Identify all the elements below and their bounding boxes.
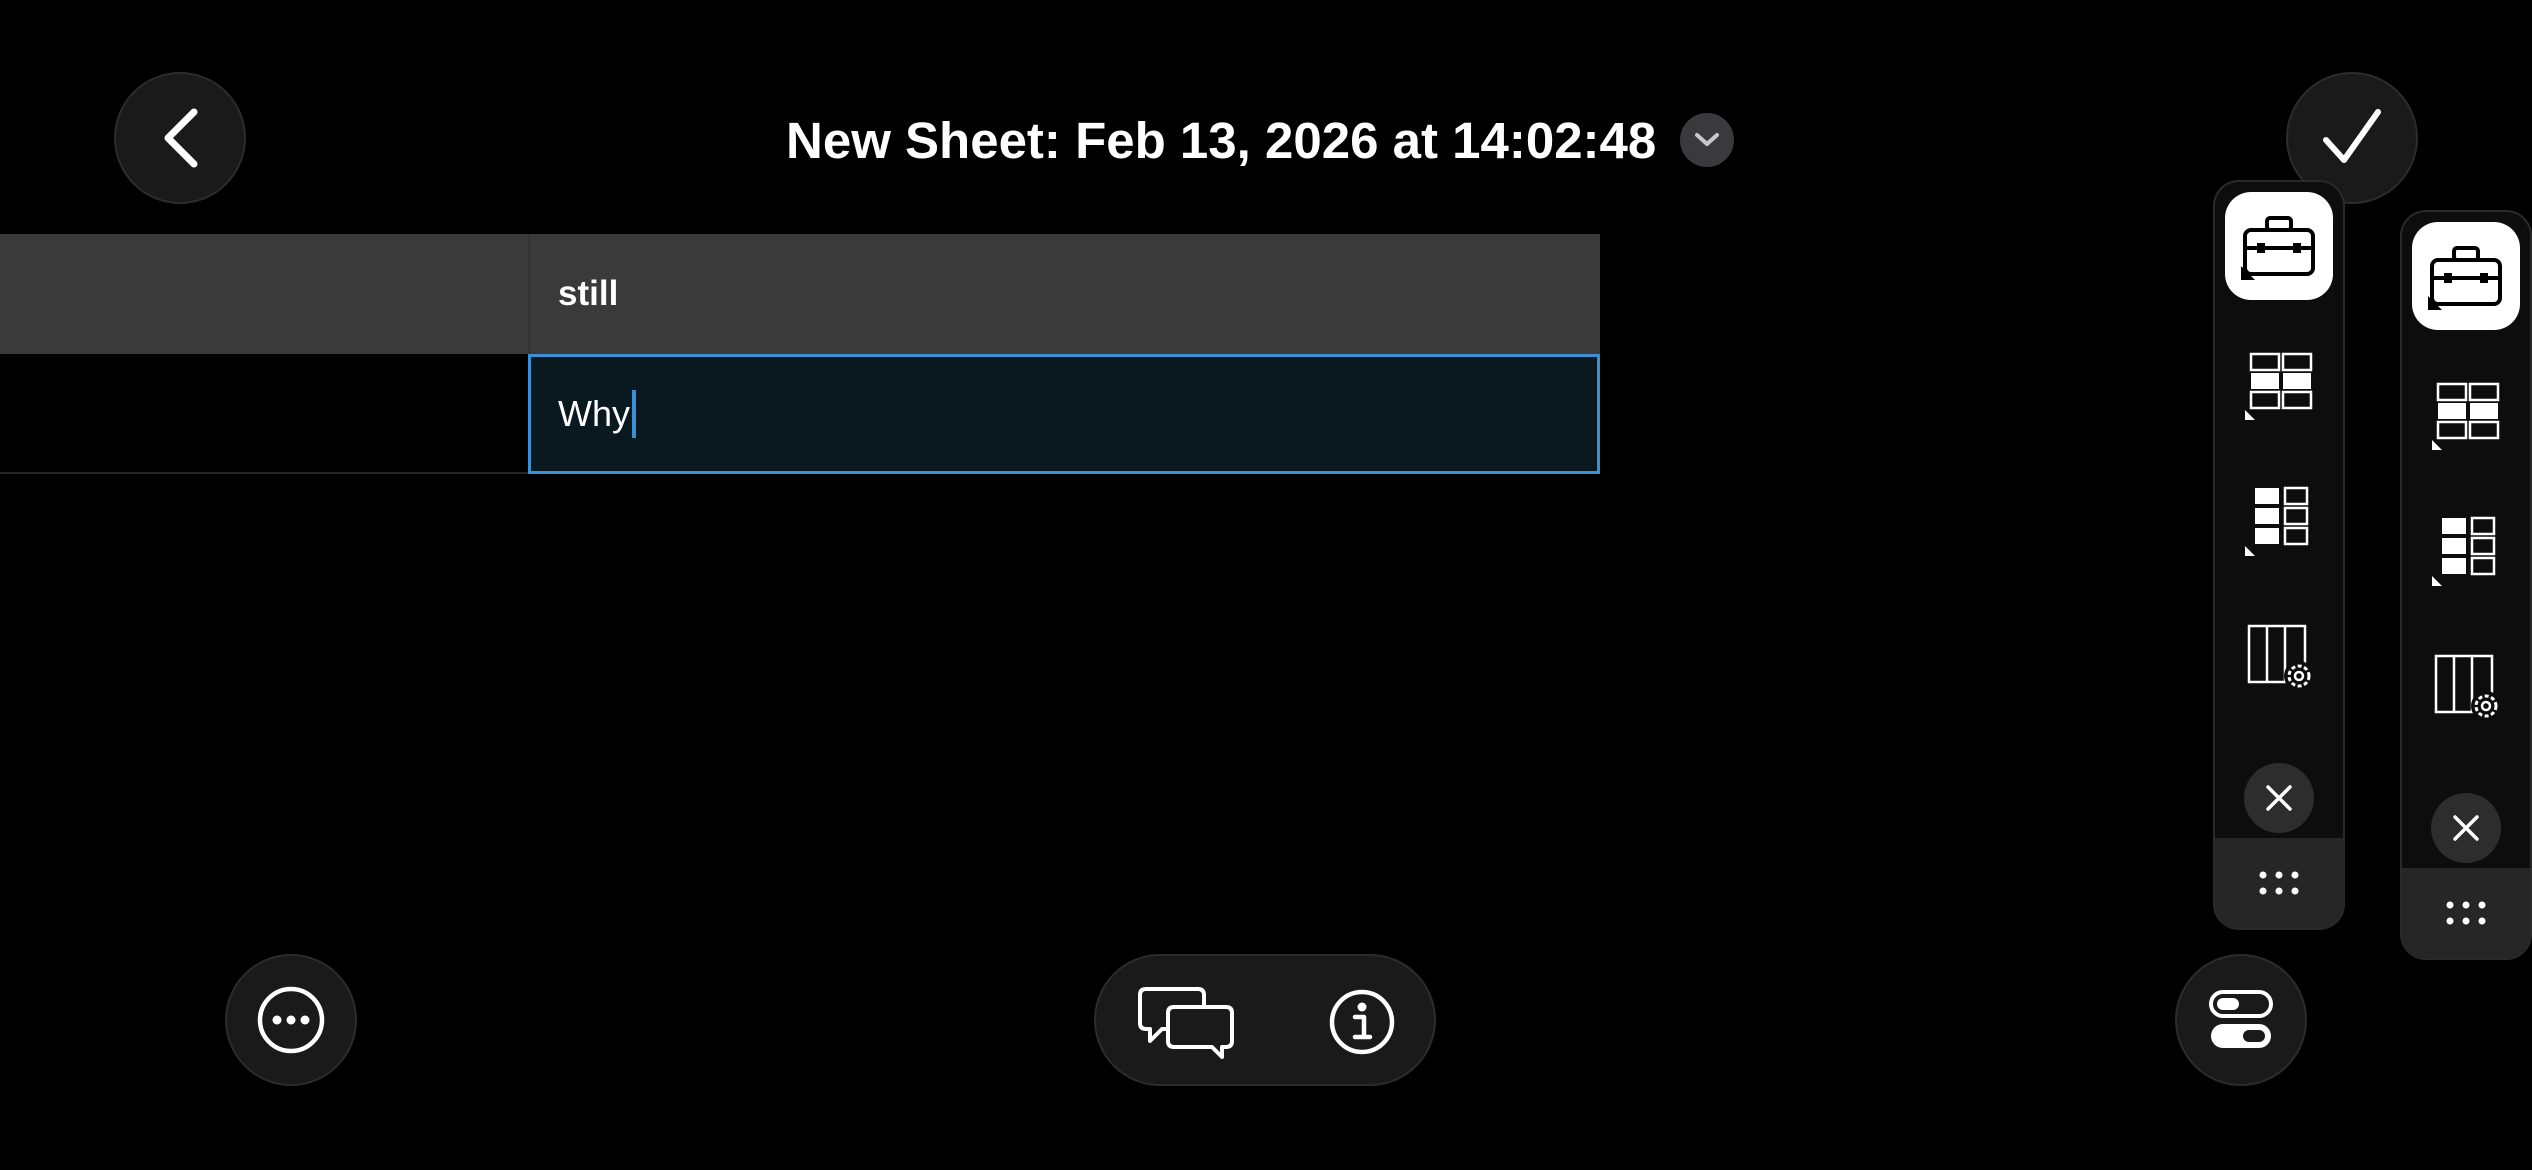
column-header-row: still	[0, 234, 1600, 354]
row-grid-button[interactable]	[2402, 496, 2530, 608]
toolbox-button[interactable]	[2215, 190, 2343, 302]
floating-toolbar[interactable]	[2213, 180, 2345, 930]
table-grid-button[interactable]	[2402, 360, 2530, 472]
column-settings-button[interactable]	[2215, 602, 2343, 714]
toolbar-drag-handle[interactable]	[2215, 838, 2343, 928]
table-grid-icon	[2245, 352, 2313, 420]
chevron-left-icon	[164, 108, 198, 168]
column-settings-icon	[2434, 654, 2501, 721]
chevron-down-icon[interactable]	[1680, 113, 1735, 167]
close-icon	[2453, 815, 2479, 841]
toolbox-icon	[2428, 246, 2502, 310]
speech-bubbles-icon	[1138, 987, 1234, 1059]
toolbar-drag-handle[interactable]	[2402, 868, 2530, 958]
toolbox-button[interactable]	[2402, 220, 2530, 332]
toolbox-icon	[2241, 216, 2315, 280]
comments-button[interactable]	[1132, 978, 1240, 1066]
ellipsis-circle-icon	[257, 986, 325, 1054]
row-grid-button[interactable]	[2215, 466, 2343, 578]
close-icon	[2266, 785, 2292, 811]
drag-handle-icon	[2446, 901, 2486, 925]
drag-handle-icon	[2259, 871, 2299, 895]
column-divider	[528, 234, 530, 354]
info-circle-icon	[1329, 989, 1395, 1055]
table-grid-icon	[2432, 382, 2500, 450]
sheet-title: New Sheet: Feb 13, 2026 at 14:02:48	[786, 111, 1657, 169]
toggles-button[interactable]	[2175, 954, 2307, 1086]
column-settings-button[interactable]	[2402, 632, 2530, 744]
info-button[interactable]	[1318, 978, 1406, 1066]
cell-input-text[interactable]: Why	[558, 393, 630, 435]
more-options-button[interactable]	[225, 954, 357, 1086]
active-cell-editor[interactable]: Why	[528, 354, 1600, 474]
sheet-title-bar[interactable]: New Sheet: Feb 13, 2026 at 14:02:48	[786, 104, 1735, 176]
column-header-still[interactable]: still	[558, 234, 618, 354]
toggle-switches-icon	[2209, 990, 2273, 1048]
row-grid-icon	[2245, 486, 2309, 556]
table-grid-button[interactable]	[2215, 330, 2343, 442]
checkmark-icon	[2323, 109, 2381, 163]
row-grid-icon	[2432, 516, 2496, 586]
column-settings-icon	[2247, 624, 2314, 691]
bottom-action-pill	[1094, 954, 1436, 1086]
text-caret	[632, 390, 636, 438]
back-button[interactable]	[114, 72, 246, 204]
floating-toolbar[interactable]	[2400, 210, 2532, 960]
table-row[interactable]	[0, 354, 530, 474]
